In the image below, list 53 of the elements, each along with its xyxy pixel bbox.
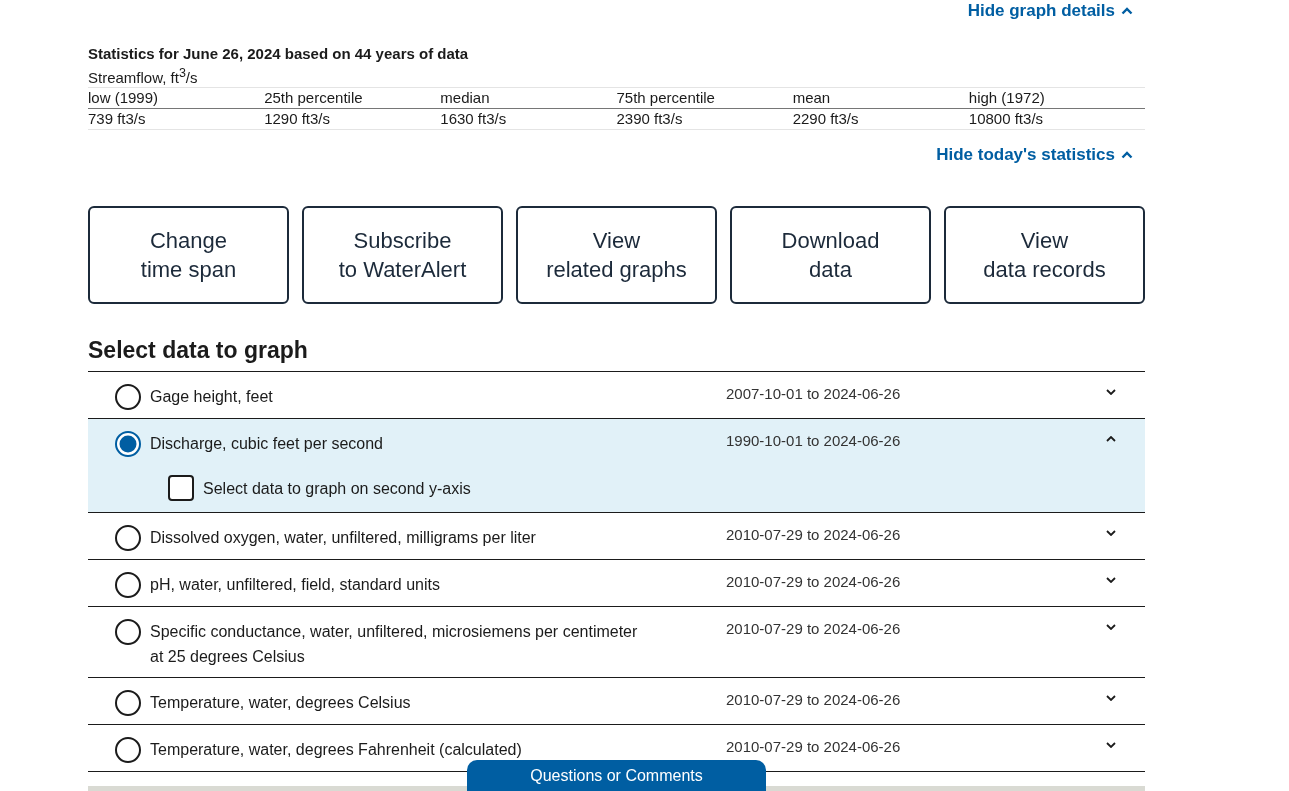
parameter-label: pH, water, unfiltered, field, standard units: [150, 575, 441, 595]
table-cell: 10800 ft3/s: [968, 109, 1044, 129]
radio-button[interactable]: [115, 572, 141, 598]
period-text: 2010-07-29 to 2024-06-26: [726, 572, 901, 592]
chevron-up-icon[interactable]: [1106, 436, 1116, 442]
period-text: 2010-07-29 to 2024-06-26: [726, 525, 901, 545]
radio-button[interactable]: [115, 690, 141, 716]
table-cell: 2290 ft3/s: [792, 109, 859, 129]
chevron-down-icon[interactable]: [1106, 530, 1116, 536]
period-text: 2010-07-29 to 2024-06-26: [726, 737, 901, 757]
statistics-parameter: Streamflow, ft$^{3}$/s: [88, 65, 198, 87]
radio-button[interactable]: [115, 737, 141, 763]
table-cell: 1630 ft3/s: [440, 109, 507, 129]
chevron-down-icon[interactable]: [1106, 742, 1116, 748]
table-header-cell: low (1999): [88, 88, 159, 108]
chevron-down-icon[interactable]: [1106, 389, 1116, 395]
radio-button[interactable]: [115, 384, 141, 410]
toggle-link[interactable]: Hide graph details: [967, 0, 1133, 22]
feedback-button[interactable]: Questions or Comments: [467, 760, 766, 791]
parameter-label: Dissolved oxygen, water, unfiltered, milligrams per liter: [150, 528, 537, 548]
table-cell: 739 ft3/s: [88, 109, 146, 129]
radio-button[interactable]: [115, 431, 141, 457]
radio-button[interactable]: [115, 619, 141, 645]
table-header-cell: median: [440, 88, 490, 108]
statistics-title: Statistics for June 26, 2024 based on 44 years of data: [88, 44, 469, 64]
period-text: 2010-07-29 to 2024-06-26: [726, 619, 901, 639]
section-heading: Select data to graph: [88, 336, 308, 364]
table-header-cell: mean: [792, 88, 831, 108]
parameter-label: Discharge, cubic feet per second: [150, 434, 384, 454]
checkbox-label: Select data to graph on second y-axis: [203, 478, 471, 499]
table-cell: 1290 ft3/s: [264, 109, 331, 129]
period-text: 2007-10-01 to 2024-06-26: [726, 384, 901, 404]
chevron-down-icon[interactable]: [1106, 577, 1116, 583]
table-cell: 2390 ft3/s: [616, 109, 683, 129]
parameter-label: Temperature, water, degrees Fahrenheit (calculated): [150, 740, 523, 760]
table-header-cell: 75th percentile: [616, 88, 715, 108]
period-text: 1990-10-01 to 2024-06-26: [726, 431, 901, 451]
table-header-cell: high (1972): [968, 88, 1045, 108]
parameter-label: Gage height, feet: [150, 387, 274, 407]
action-button[interactable]: Subscribe to WaterAlert: [302, 206, 503, 304]
period-text: 2010-07-29 to 2024-06-26: [726, 690, 901, 710]
checkbox[interactable]: [168, 475, 194, 501]
action-button[interactable]: Change time span: [88, 206, 289, 304]
radio-button[interactable]: [115, 525, 141, 551]
chevron-down-icon[interactable]: [1106, 624, 1116, 630]
action-button[interactable]: View related graphs: [516, 206, 717, 304]
chevron-down-icon[interactable]: [1106, 695, 1116, 701]
parameter-label: Temperature, water, degrees Celsius: [150, 693, 412, 713]
toggle-link[interactable]: Hide today's statistics: [936, 144, 1133, 166]
parameter-label: Specific conductance, water, unfiltered, microsiemens per centimeter at 25 degrees Celsius: [150, 622, 639, 667]
action-button[interactable]: View data records: [944, 206, 1145, 304]
action-button[interactable]: Download data: [730, 206, 931, 304]
table-header-cell: 25th percentile: [264, 88, 363, 108]
